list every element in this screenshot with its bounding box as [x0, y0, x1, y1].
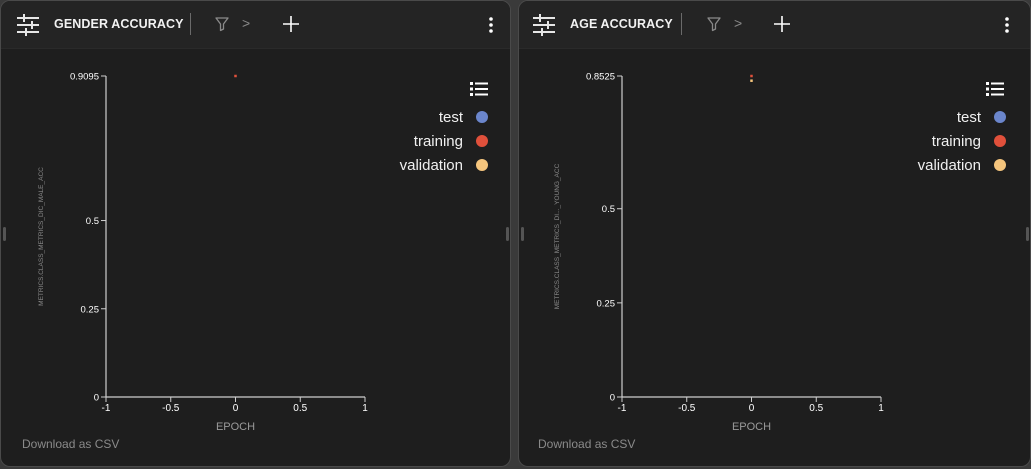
legend-dot-test: [476, 111, 488, 123]
data-point-validation: [750, 79, 753, 82]
legend-dot-training: [994, 135, 1006, 147]
legend-label: test: [438, 108, 463, 126]
x-tick-label: -1: [102, 403, 111, 414]
legend-dot-validation: [476, 159, 488, 171]
legend-item-validation[interactable]: validation: [918, 153, 1006, 177]
legend-label: test: [956, 108, 981, 126]
legend-dot-validation: [994, 159, 1006, 171]
y-axis-label: METRICS.CLASS_METRICS_DIC_MALE_ACC: [38, 167, 45, 306]
chart-legend: test training validation: [400, 105, 488, 177]
panel-header: AGE ACCURACY >: [519, 1, 1030, 49]
y-tick-label: 0.5: [602, 204, 615, 215]
legend-item-test[interactable]: test: [918, 105, 1006, 129]
legend-label: validation: [399, 156, 463, 174]
resize-handle-right[interactable]: [1026, 227, 1029, 241]
y-tick-label: 0.25: [81, 304, 100, 315]
x-tick-label: -0.5: [162, 403, 180, 414]
more-options-icon[interactable]: [487, 15, 495, 35]
resize-handle-right[interactable]: [506, 227, 509, 241]
settings-sliders-icon[interactable]: [16, 13, 40, 37]
legend-label: validation: [917, 156, 981, 174]
y-axis-label: METRICS.CLASS_METRICS_DI..._YOUNG_ACC: [554, 163, 561, 309]
legend-item-validation[interactable]: validation: [400, 153, 488, 177]
y-tick-label: 0.25: [597, 298, 616, 309]
filter-icon[interactable]: [706, 16, 722, 32]
age-accuracy-panel: AGE ACCURACY > 0 0.25 0.5 0.8525 -1 -0.5 0 0.5 1…: [518, 0, 1031, 467]
resize-handle-left[interactable]: [521, 227, 524, 241]
data-point-training: [750, 74, 753, 78]
add-icon[interactable]: [282, 15, 300, 33]
y-tick-label: 0.5: [86, 216, 99, 227]
filter-icon[interactable]: [214, 16, 230, 32]
panel-header: GENDER ACCURACY >: [1, 1, 510, 49]
x-tick-label: 1: [362, 403, 368, 414]
filter-chevron-icon[interactable]: >: [242, 15, 250, 31]
add-icon[interactable]: [773, 15, 791, 33]
header-divider: [190, 13, 191, 35]
legend-list-icon[interactable]: [470, 81, 488, 97]
x-axis-label: EPOCH: [732, 421, 771, 433]
y-tick-label: 0.9095: [70, 72, 99, 83]
legend-dot-test: [994, 111, 1006, 123]
legend-item-training[interactable]: training: [918, 129, 1006, 153]
legend-label: training: [413, 132, 463, 150]
legend-item-test[interactable]: test: [400, 105, 488, 129]
more-options-icon[interactable]: [1003, 15, 1011, 35]
x-tick-label: 1: [878, 403, 884, 414]
age-accuracy-chart: 0 0.25 0.5 0.8525 -1 -0.5 0 0.5 1 EPOCH METRICS.CL…: [554, 72, 884, 434]
x-tick-label: 0.5: [293, 403, 307, 414]
filter-chevron-icon[interactable]: >: [734, 15, 742, 31]
x-axis-label: EPOCH: [216, 421, 255, 433]
gender-accuracy-chart: 0 0.25 0.5 0.9095 -1 -0.5 0 0.5 1 EPOCH METRICS.CL…: [38, 72, 368, 434]
x-tick-label: -0.5: [678, 403, 696, 414]
panel-title: GENDER ACCURACY: [54, 17, 184, 31]
settings-sliders-icon[interactable]: [532, 13, 556, 37]
panel-title: AGE ACCURACY: [570, 17, 673, 31]
gender-accuracy-panel: GENDER ACCURACY > 0 0.25 0.5 0.9095 -1 -0.5 0 0…: [0, 0, 511, 467]
x-tick-label: 0: [749, 403, 755, 414]
legend-dot-training: [476, 135, 488, 147]
y-tick-label: 0: [94, 393, 99, 404]
x-tick-label: 0: [233, 403, 239, 414]
download-csv-link[interactable]: Download as CSV: [22, 437, 119, 451]
chart-legend: test training validation: [918, 105, 1006, 177]
legend-item-training[interactable]: training: [400, 129, 488, 153]
x-tick-label: 0.5: [809, 403, 823, 414]
download-csv-link[interactable]: Download as CSV: [538, 437, 635, 451]
resize-handle-left[interactable]: [3, 227, 6, 241]
y-tick-label: 0.8525: [586, 72, 615, 83]
legend-label: training: [931, 132, 981, 150]
y-tick-label: 0: [610, 393, 615, 404]
x-tick-label: -1: [618, 403, 627, 414]
header-divider: [681, 13, 682, 35]
data-point-training: [234, 74, 237, 78]
legend-list-icon[interactable]: [986, 81, 1004, 97]
